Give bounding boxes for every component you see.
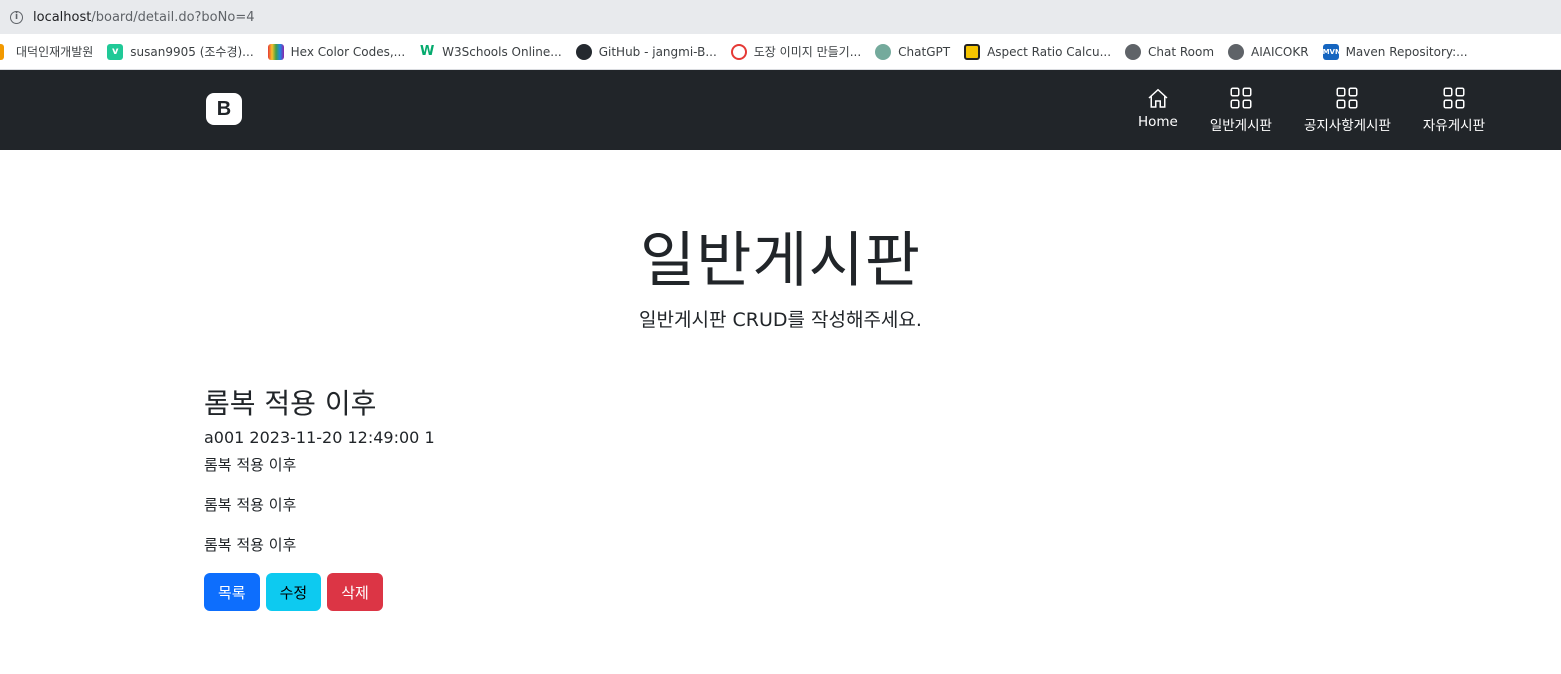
list-button[interactable]: 목록 bbox=[204, 573, 260, 611]
chatgpt-icon bbox=[875, 43, 892, 60]
nav-menu: Home 일반게시판 공지사항게시판 자유게시판 bbox=[1122, 86, 1501, 134]
pen-icon bbox=[0, 43, 4, 60]
bookmarks-bar: 대덕인재개발원 v susan9905 (조수경)... Hex Color C… bbox=[0, 34, 1561, 70]
post-line: 롬복 적용 이후 bbox=[204, 536, 297, 554]
ratio-icon bbox=[964, 43, 981, 60]
github-icon bbox=[575, 43, 592, 60]
palette-icon bbox=[267, 43, 284, 60]
page-header: 일반게시판 일반게시판 CRUD를 작성해주세요. bbox=[0, 150, 1561, 332]
url-host: localhost bbox=[33, 9, 92, 25]
page-title: 일반게시판 bbox=[640, 226, 921, 296]
bookmark-label: W3Schools Online... bbox=[442, 44, 562, 59]
bookmark-item[interactable]: 대덕인재개발원 bbox=[0, 43, 93, 60]
nav-item-home[interactable]: Home bbox=[1122, 86, 1194, 134]
w3schools-icon: W bbox=[419, 43, 435, 59]
grid-icon bbox=[1336, 87, 1358, 109]
post-line: 롬복 적용 이후 bbox=[204, 496, 297, 514]
nav-item-notice-board[interactable]: 공지사항게시판 bbox=[1288, 86, 1407, 134]
globe-icon bbox=[1228, 43, 1245, 60]
bookmark-label: Aspect Ratio Calcu... bbox=[987, 44, 1112, 59]
bookmark-item[interactable]: W W3Schools Online... bbox=[419, 44, 562, 60]
site-navbar: B Home 일반게시판 공지사항게시판 자유게시판 bbox=[0, 70, 1561, 150]
post-line: 롬복 적용 이후 bbox=[204, 456, 297, 474]
edit-button[interactable]: 수정 bbox=[265, 573, 322, 611]
stamp-icon bbox=[730, 43, 747, 60]
post-content: 롬복 적용 이후 롬복 적용 이후 롬복 적용 이후 bbox=[204, 457, 435, 553]
bootstrap-icon: B bbox=[206, 93, 242, 125]
url-text[interactable]: localhost/board/detail.do?boNo=4 bbox=[33, 10, 254, 25]
bookmark-label: 대덕인재개발원 bbox=[16, 45, 94, 59]
nav-label: Home bbox=[1137, 114, 1178, 130]
bookmark-label: Chat Room bbox=[1148, 44, 1215, 59]
page-subtitle: 일반게시판 CRUD를 작성해주세요. bbox=[639, 309, 922, 331]
bookmark-item[interactable]: MVN Maven Repository:... bbox=[1322, 43, 1468, 60]
maven-icon: MVN bbox=[1322, 43, 1341, 60]
info-icon[interactable]: i bbox=[10, 10, 23, 24]
bookmark-item[interactable]: GitHub - jangmi-B... bbox=[575, 43, 717, 60]
bookmark-label: AIAICOKR bbox=[1251, 44, 1309, 59]
address-bar[interactable]: i localhost/board/detail.do?boNo=4 bbox=[0, 0, 1561, 34]
bookmark-item[interactable]: Chat Room bbox=[1125, 43, 1215, 60]
action-buttons: 목록 수정 삭제 bbox=[204, 573, 435, 611]
grid-icon bbox=[1230, 87, 1252, 109]
bookmark-item[interactable]: Aspect Ratio Calcu... bbox=[964, 43, 1112, 60]
bookmark-label: ChatGPT bbox=[898, 44, 951, 59]
bookmark-label: Maven Repository:... bbox=[1345, 44, 1468, 59]
bookmark-label: GitHub - jangmi-B... bbox=[598, 44, 717, 59]
bookmark-item[interactable]: ChatGPT bbox=[875, 43, 951, 60]
url-path: /board/detail.do?boNo=4 bbox=[91, 9, 255, 25]
bookmark-item[interactable]: v susan9905 (조수경)... bbox=[107, 43, 254, 60]
home-icon bbox=[1148, 88, 1168, 108]
brand-logo[interactable]: B bbox=[204, 92, 244, 126]
grid-icon bbox=[1443, 87, 1465, 109]
post-meta: a001 2023-11-20 12:49:00 1 bbox=[204, 428, 435, 447]
velog-icon: v bbox=[107, 43, 124, 60]
bookmark-item[interactable]: Hex Color Codes,... bbox=[267, 43, 406, 60]
bookmark-label: Hex Color Codes,... bbox=[290, 44, 406, 59]
post-title: 롬복 적용 이후 bbox=[204, 387, 377, 420]
nav-label: 일반게시판 bbox=[1209, 118, 1272, 134]
nav-label: 자유게시판 bbox=[1422, 118, 1485, 134]
post-detail: 롬복 적용 이후 a001 2023-11-20 12:49:00 1 롬복 적… bbox=[204, 382, 435, 611]
nav-item-general-board[interactable]: 일반게시판 bbox=[1194, 86, 1288, 134]
delete-button[interactable]: 삭제 bbox=[327, 573, 383, 611]
bookmark-label: susan9905 (조수경)... bbox=[130, 45, 254, 59]
nav-label: 공지사항게시판 bbox=[1303, 118, 1391, 134]
nav-item-free-board[interactable]: 자유게시판 bbox=[1407, 86, 1501, 134]
bookmark-label: 도장 이미지 만들기... bbox=[753, 45, 862, 59]
globe-icon bbox=[1125, 43, 1142, 60]
bookmark-item[interactable]: 도장 이미지 만들기... bbox=[730, 43, 862, 60]
bookmark-item[interactable]: AIAICOKR bbox=[1228, 43, 1309, 60]
